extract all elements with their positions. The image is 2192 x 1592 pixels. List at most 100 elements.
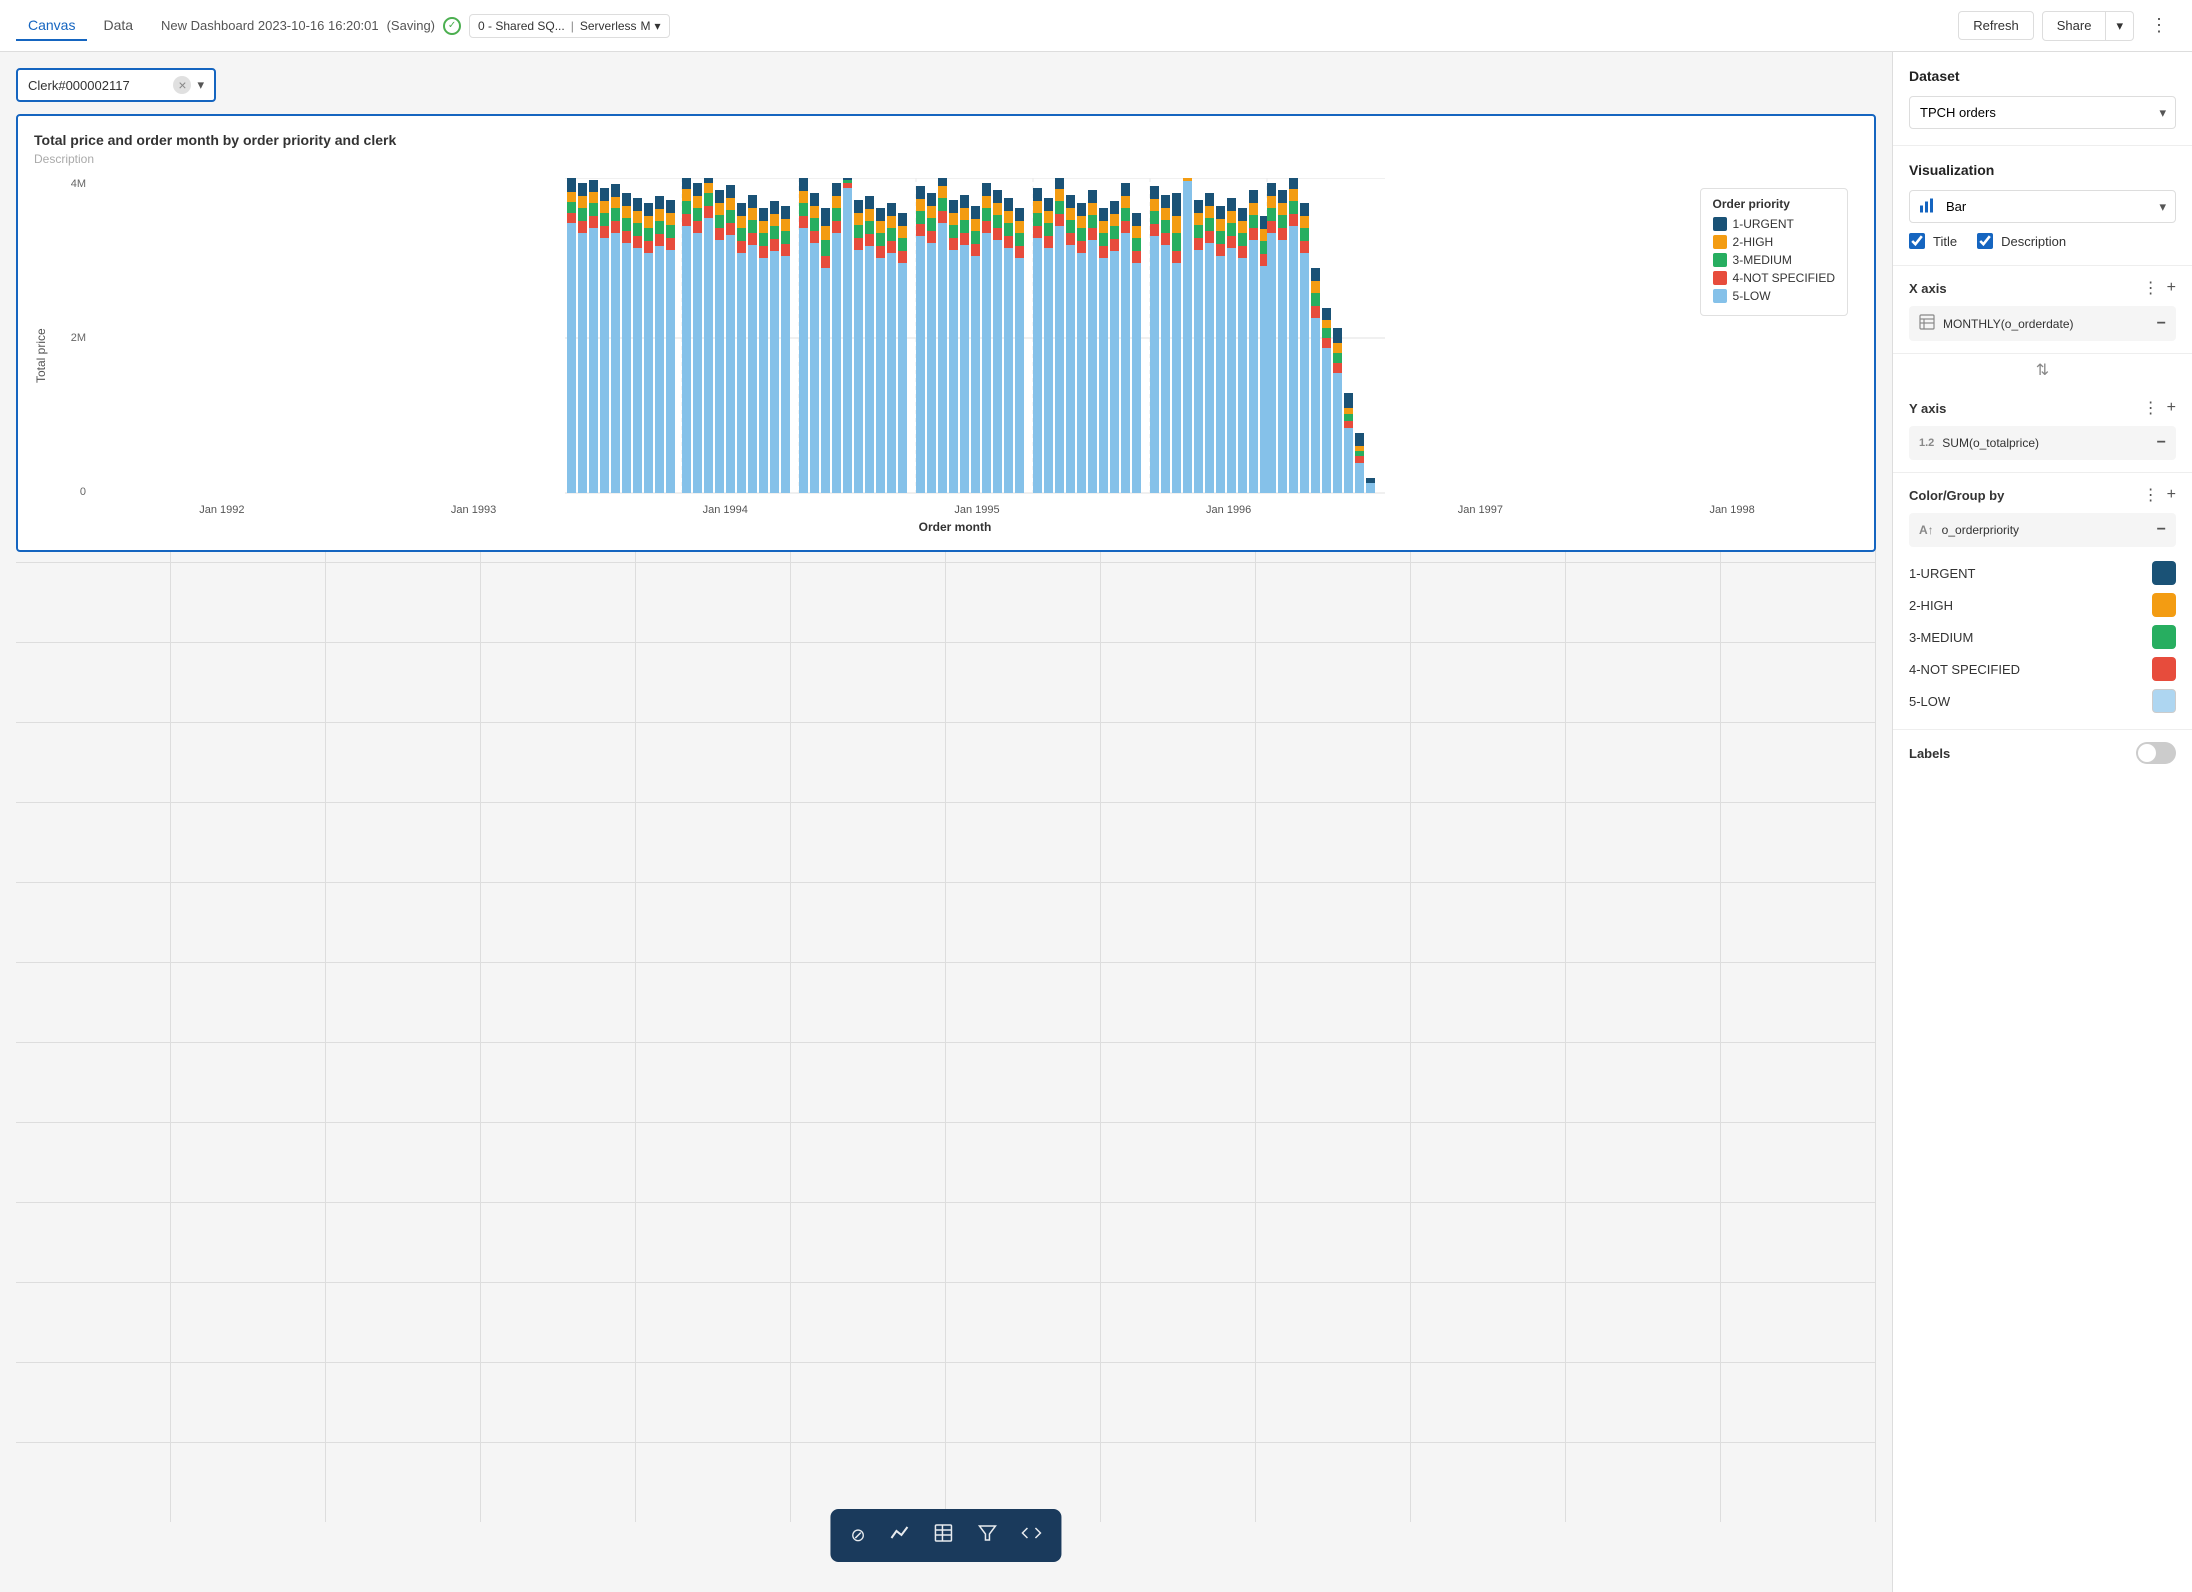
labels-title: Labels	[1909, 746, 1950, 761]
title-checkbox[interactable]	[1909, 233, 1925, 249]
chart-description: Description	[34, 152, 1858, 166]
tab-data[interactable]: Data	[91, 11, 145, 41]
filter-tag-value: Clerk#000002117	[28, 78, 167, 93]
legend-label-low: 5-LOW	[1733, 289, 1771, 303]
y-axis-header: Y axis ⋮ +	[1909, 398, 2176, 418]
y-axis-actions: ⋮ +	[2143, 398, 2176, 418]
color-group-section: Color/Group by ⋮ + A↑ o_orderpriority − …	[1893, 473, 2192, 730]
x-label-1994: Jan 1994	[703, 504, 748, 516]
title-checkbox-label: Title	[1933, 234, 1957, 249]
chart-plot-area: 4M 2M 0 Order priority 1-URGENT	[52, 178, 1858, 498]
y-axis-field-text: SUM(o_totalprice)	[1942, 436, 2148, 450]
bar-chart: Order priority 1-URGENT 2-HIGH	[92, 178, 1858, 498]
swap-axes-section: ⇅	[1893, 354, 2192, 386]
color-group-remove-btn[interactable]: −	[2157, 521, 2166, 539]
color-row-urgent: 1-URGENT	[1909, 557, 2176, 589]
legend-title: Order priority	[1713, 197, 1835, 211]
more-options-button[interactable]: ⋮	[2142, 11, 2176, 40]
color-group-add-btn[interactable]: +	[2167, 485, 2176, 505]
color-swatch-urgent[interactable]	[2152, 561, 2176, 585]
filter-toolbar-btn[interactable]: ⊘	[846, 1521, 869, 1550]
y-tick-2m: 2M	[52, 332, 86, 344]
x-axis-field: MONTHLY(o_orderdate) −	[1909, 306, 2176, 341]
viz-type-select-wrap: Bar ▾	[1909, 190, 2176, 223]
tab-canvas[interactable]: Canvas	[16, 11, 87, 41]
connection-badge[interactable]: 0 - Shared SQ... | Serverless M ▾	[469, 14, 670, 38]
topbar-actions: Refresh Share ▾ ⋮	[1958, 11, 2176, 41]
refresh-button[interactable]: Refresh	[1958, 11, 2034, 40]
y-axis-section-title: Y axis	[1909, 401, 1946, 416]
dataset-select[interactable]: TPCH orders	[1909, 96, 2176, 129]
x-label-1997: Jan 1997	[1458, 504, 1503, 516]
labels-toggle[interactable]	[2136, 742, 2176, 764]
y-axis-remove-btn[interactable]: −	[2157, 434, 2166, 452]
dataset-section: Dataset TPCH orders	[1893, 52, 2192, 146]
color-group-header: Color/Group by ⋮ +	[1909, 485, 2176, 505]
connection-name: 0 - Shared SQ...	[478, 19, 565, 33]
x-axis-section-title: X axis	[1909, 281, 1947, 296]
chart-legend: Order priority 1-URGENT 2-HIGH	[1700, 188, 1848, 316]
color-label-high: 2-HIGH	[1909, 598, 1953, 613]
compute-size: M	[641, 19, 651, 33]
x-axis-field-icon	[1919, 314, 1935, 333]
bar-chart-icon	[1919, 197, 1935, 216]
color-row-not-specified: 4-NOT SPECIFIED	[1909, 653, 2176, 685]
color-label-not-specified: 4-NOT SPECIFIED	[1909, 662, 2020, 677]
x-axis-more-btn[interactable]: ⋮	[2143, 278, 2159, 298]
viz-type-select[interactable]: Bar	[1909, 190, 2176, 223]
filter-clear-button[interactable]: ×	[173, 76, 191, 94]
swap-axes-btn[interactable]: ⇅	[2036, 360, 2049, 380]
color-group-field-icon: A↑	[1919, 523, 1934, 537]
table-toolbar-btn[interactable]	[930, 1519, 958, 1552]
y-axis-section: Y axis ⋮ + 1.2 SUM(o_totalprice) −	[1893, 386, 2192, 473]
description-checkbox[interactable]	[1977, 233, 1993, 249]
legend-color-low	[1713, 289, 1727, 303]
dataset-select-wrap: TPCH orders	[1909, 96, 2176, 129]
y-axis-label: Total price	[34, 178, 48, 534]
legend-item-not-specified: 4-NOT SPECIFIED	[1713, 271, 1835, 285]
legend-label-not-specified: 4-NOT SPECIFIED	[1733, 271, 1835, 285]
x-axis-header: X axis ⋮ +	[1909, 278, 2176, 298]
y-axis-more-btn[interactable]: ⋮	[2143, 398, 2159, 418]
x-axis-add-btn[interactable]: +	[2167, 278, 2176, 298]
filter-tag-clerk[interactable]: Clerk#000002117 × ▾	[16, 68, 216, 102]
color-row-low: 5-LOW	[1909, 685, 2176, 717]
legend-color-urgent	[1713, 217, 1727, 231]
legend-color-high	[1713, 235, 1727, 249]
right-panel: Dataset TPCH orders Visualization	[1892, 52, 2192, 1592]
line-toolbar-btn[interactable]	[886, 1519, 914, 1552]
color-swatch-not-specified[interactable]	[2152, 657, 2176, 681]
save-status-icon	[443, 17, 461, 35]
funnel-toolbar-btn[interactable]	[974, 1519, 1002, 1552]
color-label-medium: 3-MEDIUM	[1909, 630, 1973, 645]
color-swatch-high[interactable]	[2152, 593, 2176, 617]
share-button-group: Share ▾	[2042, 11, 2134, 41]
color-swatch-medium[interactable]	[2152, 625, 2176, 649]
color-row-high: 2-HIGH	[1909, 589, 2176, 621]
color-swatch-low[interactable]	[2152, 689, 2176, 713]
y-tick-4m: 4M	[52, 178, 86, 190]
color-group-field-text: o_orderpriority	[1942, 523, 2149, 537]
x-label-1995: Jan 1995	[954, 504, 999, 516]
color-group-more-btn[interactable]: ⋮	[2143, 485, 2159, 505]
x-label-1996: Jan 1996	[1206, 504, 1251, 516]
bottom-toolbar: ⊘	[830, 1509, 1061, 1562]
x-axis-section: X axis ⋮ + MONTHLY(o_orderdate) −	[1893, 266, 2192, 354]
x-label-1992: Jan 1992	[199, 504, 244, 516]
tab-group: Canvas Data	[16, 11, 145, 41]
filter-arrow-icon[interactable]: ▾	[197, 77, 204, 93]
saving-badge	[443, 17, 461, 35]
y-axis-add-btn[interactable]: +	[2167, 398, 2176, 418]
topbar-center: New Dashboard 2023-10-16 16:20:01 (Savin…	[161, 14, 1942, 38]
bar-chart-svg	[92, 178, 1858, 498]
color-row-medium: 3-MEDIUM	[1909, 621, 2176, 653]
color-label-low: 5-LOW	[1909, 694, 1950, 709]
x-axis-remove-btn[interactable]: −	[2157, 315, 2166, 333]
share-dropdown-button[interactable]: ▾	[2106, 11, 2134, 41]
filter-bar: Clerk#000002117 × ▾	[16, 68, 1876, 102]
visualization-section: Visualization Bar ▾ Title Desc	[1893, 146, 2192, 266]
connection-arrow-icon: ▾	[655, 19, 661, 33]
legend-color-medium	[1713, 253, 1727, 267]
code-toolbar-btn[interactable]	[1018, 1519, 1046, 1552]
share-button[interactable]: Share	[2042, 11, 2107, 41]
